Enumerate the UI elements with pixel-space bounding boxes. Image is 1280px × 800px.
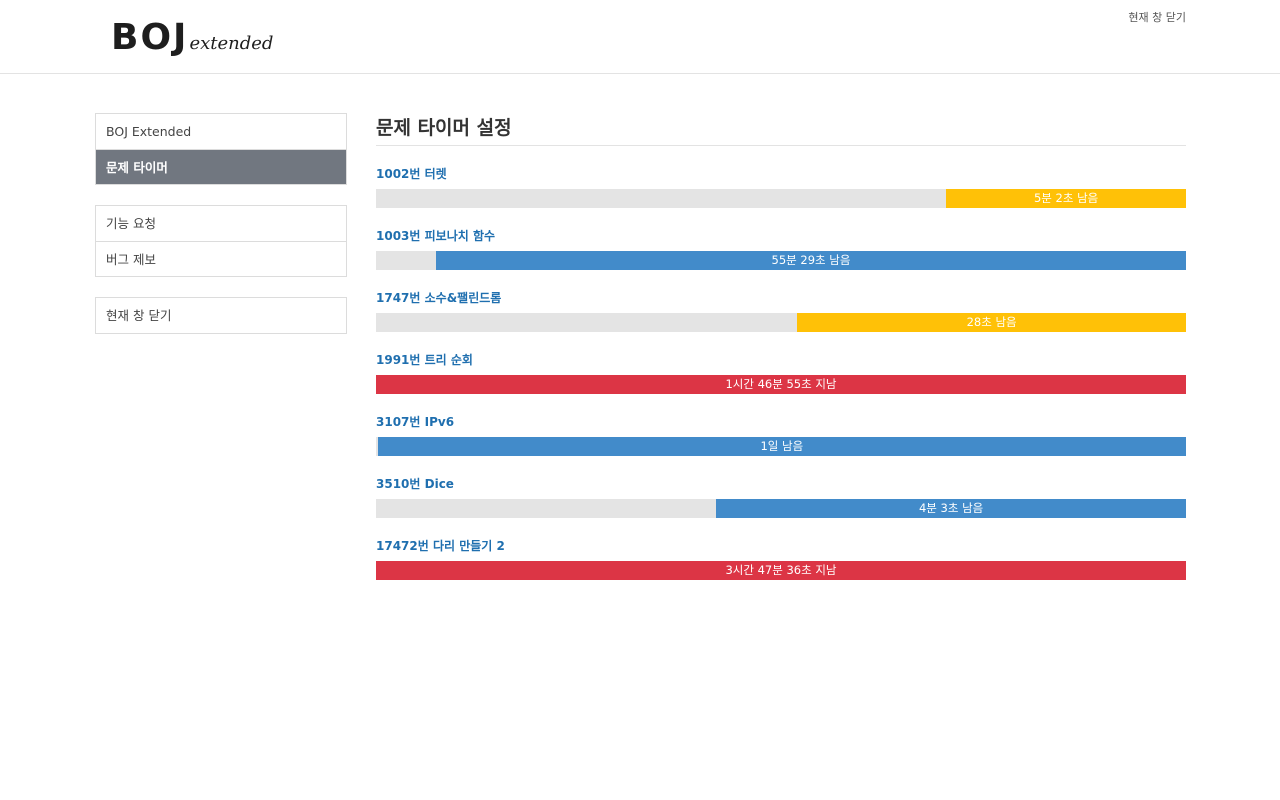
timer-progress-bar: 5분 2초 남음 bbox=[376, 189, 1186, 208]
header-close-window-link[interactable]: 현재 창 닫기 bbox=[1128, 9, 1186, 25]
timer-item: 1991번 트리 순회 1시간 46분 55초 지남 bbox=[376, 350, 1186, 400]
sidebar-item-problem-timer[interactable]: 문제 타이머 bbox=[96, 149, 346, 184]
timer-problem-link[interactable]: 1747번 소수&팰린드롬 bbox=[376, 288, 1186, 308]
top-header: BOJ extended 현재 창 닫기 bbox=[0, 0, 1280, 74]
sidebar-group: 기능 요청 버그 제보 bbox=[95, 205, 347, 277]
page-title: 문제 타이머 설정 bbox=[376, 113, 1186, 146]
timer-item: 1002번 터렛 5분 2초 남음 bbox=[376, 164, 1186, 214]
timer-item: 17472번 다리 만들기 2 3시간 47분 36초 지남 bbox=[376, 536, 1186, 586]
timer-progress-bar: 4분 3초 남음 bbox=[376, 499, 1186, 518]
timer-item: 3510번 Dice 4분 3초 남음 bbox=[376, 474, 1186, 524]
sidebar-group: 현재 창 닫기 bbox=[95, 297, 347, 334]
logo-sub-text: extended bbox=[189, 33, 274, 54]
timer-problem-link[interactable]: 1002번 터렛 bbox=[376, 164, 1186, 184]
timer-progress-fill: 5분 2초 남음 bbox=[946, 189, 1186, 208]
sidebar-item-bug-report[interactable]: 버그 제보 bbox=[96, 241, 346, 276]
timer-item: 1747번 소수&팰린드롬 28초 남음 bbox=[376, 288, 1186, 338]
timer-item: 1003번 피보나치 함수 55분 29초 남음 bbox=[376, 226, 1186, 276]
timer-progress-bar: 55분 29초 남음 bbox=[376, 251, 1186, 270]
timer-progress-bar: 3시간 47분 36초 지남 bbox=[376, 561, 1186, 580]
timer-progress-fill: 55분 29초 남음 bbox=[435, 251, 1186, 270]
timer-problem-link[interactable]: 17472번 다리 만들기 2 bbox=[376, 536, 1186, 556]
timer-progress-fill: 28초 남음 bbox=[797, 313, 1186, 332]
sidebar-item-close-window[interactable]: 현재 창 닫기 bbox=[96, 298, 346, 333]
main-content: 문제 타이머 설정 1002번 터렛 5분 2초 남음 1003번 피보나치 함수 5… bbox=[376, 113, 1186, 598]
timer-problem-link[interactable]: 1991번 트리 순회 bbox=[376, 350, 1186, 370]
timer-problem-link[interactable]: 1003번 피보나치 함수 bbox=[376, 226, 1186, 246]
timer-problem-link[interactable]: 3510번 Dice bbox=[376, 474, 1186, 494]
timer-progress-fill: 3시간 47분 36초 지남 bbox=[376, 561, 1186, 580]
timer-progress-bar: 1시간 46분 55초 지남 bbox=[376, 375, 1186, 394]
timer-item: 3107번 IPv6 1일 남음 bbox=[376, 412, 1186, 462]
logo-main-text: BOJ bbox=[111, 17, 189, 58]
timer-progress-bar: 1일 남음 bbox=[376, 437, 1186, 456]
sidebar-item-boj-extended[interactable]: BOJ Extended bbox=[96, 114, 346, 149]
boj-extended-logo[interactable]: BOJ extended bbox=[111, 18, 273, 58]
timer-progress-fill: 1일 남음 bbox=[377, 437, 1186, 456]
timer-problem-link[interactable]: 3107번 IPv6 bbox=[376, 412, 1186, 432]
sidebar: BOJ Extended 문제 타이머기능 요청 버그 제보현재 창 닫기 bbox=[95, 113, 347, 354]
timer-progress-fill: 1시간 46분 55초 지남 bbox=[376, 375, 1186, 394]
timer-list: 1002번 터렛 5분 2초 남음 1003번 피보나치 함수 55분 29초 남음 1… bbox=[376, 164, 1186, 586]
timer-progress-bar: 28초 남음 bbox=[376, 313, 1186, 332]
timer-progress-fill: 4분 3초 남음 bbox=[716, 499, 1186, 518]
sidebar-item-feature-request[interactable]: 기능 요청 bbox=[96, 206, 346, 241]
sidebar-group: BOJ Extended 문제 타이머 bbox=[95, 113, 347, 185]
